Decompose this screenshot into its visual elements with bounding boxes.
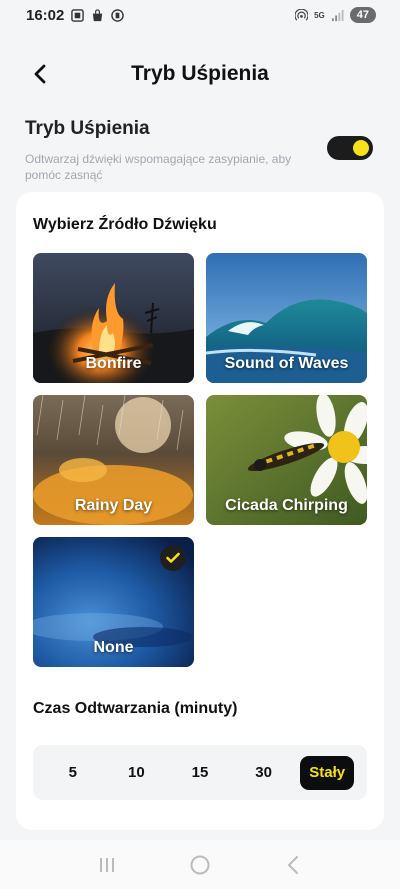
app-notification-icon — [111, 8, 125, 22]
system-back-button[interactable] — [273, 850, 313, 880]
sound-option-rainy-day[interactable]: Rainy Day — [33, 395, 194, 525]
minutes-option-10[interactable]: 10 — [109, 756, 163, 790]
sound-option-label: Sound of Waves — [224, 355, 349, 372]
sound-source-title: Wybierz Źródło Dźwięku — [33, 216, 217, 233]
sound-option-label: Cicada Chirping — [225, 497, 348, 514]
chevron-left-icon — [34, 64, 46, 84]
status-right: 5G 47 — [295, 7, 376, 23]
minutes-option-5[interactable]: 5 — [46, 756, 100, 790]
recent-apps-icon — [99, 857, 114, 872]
status-bar: 16:02 5G 47 — [0, 0, 400, 30]
selected-badge — [160, 545, 186, 571]
screenshot-icon — [71, 8, 85, 22]
toggle-knob — [353, 140, 369, 156]
sound-option-none[interactable]: None — [33, 537, 194, 667]
sleep-mode-description: Odtwarzaj dźwięki wspomagające zasypiani… — [25, 152, 292, 182]
sound-option-cicada[interactable]: Cicada Chirping — [206, 395, 367, 525]
battery-indicator: 47 — [349, 7, 376, 23]
minutes-option-permanent[interactable]: Stały — [300, 755, 355, 790]
network-type: 5G — [314, 10, 325, 20]
minutes-option-30[interactable]: 30 — [237, 756, 291, 790]
sound-option-label: None — [93, 639, 134, 656]
sleep-mode-section: Tryb Uśpienia Odtwarzaj dźwięki wspomaga… — [25, 118, 375, 183]
back-icon — [288, 855, 299, 874]
sound-option-bonfire[interactable]: Bonfire — [33, 253, 194, 383]
signal-icon — [331, 9, 344, 21]
sound-option-label: Rainy Day — [74, 497, 153, 514]
sleep-mode-title: Tryb Uśpienia — [25, 118, 150, 139]
header: Tryb Uśpienia — [0, 52, 400, 96]
status-time: 16:02 — [26, 6, 65, 24]
sound-option-waves[interactable]: Sound of Waves — [206, 253, 367, 383]
settings-card: Wybierz Źródło Dźwięku Bonfire Sound of … — [16, 192, 384, 830]
back-button[interactable] — [26, 60, 54, 88]
page-title: Tryb Uśpienia — [131, 62, 269, 85]
shopping-bag-icon — [93, 8, 103, 21]
sleep-mode-toggle[interactable] — [327, 136, 373, 160]
play-time-title: Czas Odtwarzania (minuty) — [33, 700, 238, 717]
home-icon — [190, 855, 210, 874]
hotspot-icon — [295, 8, 309, 21]
system-nav-bar — [0, 840, 400, 889]
minutes-option-15[interactable]: 15 — [173, 756, 227, 790]
home-button[interactable] — [180, 850, 220, 880]
sound-option-label: Bonfire — [85, 355, 142, 372]
check-icon — [166, 552, 180, 563]
play-time-selector: 5 10 15 30 Stały — [33, 745, 367, 800]
status-left: 16:02 — [26, 6, 125, 24]
recent-apps-button[interactable] — [87, 850, 127, 880]
